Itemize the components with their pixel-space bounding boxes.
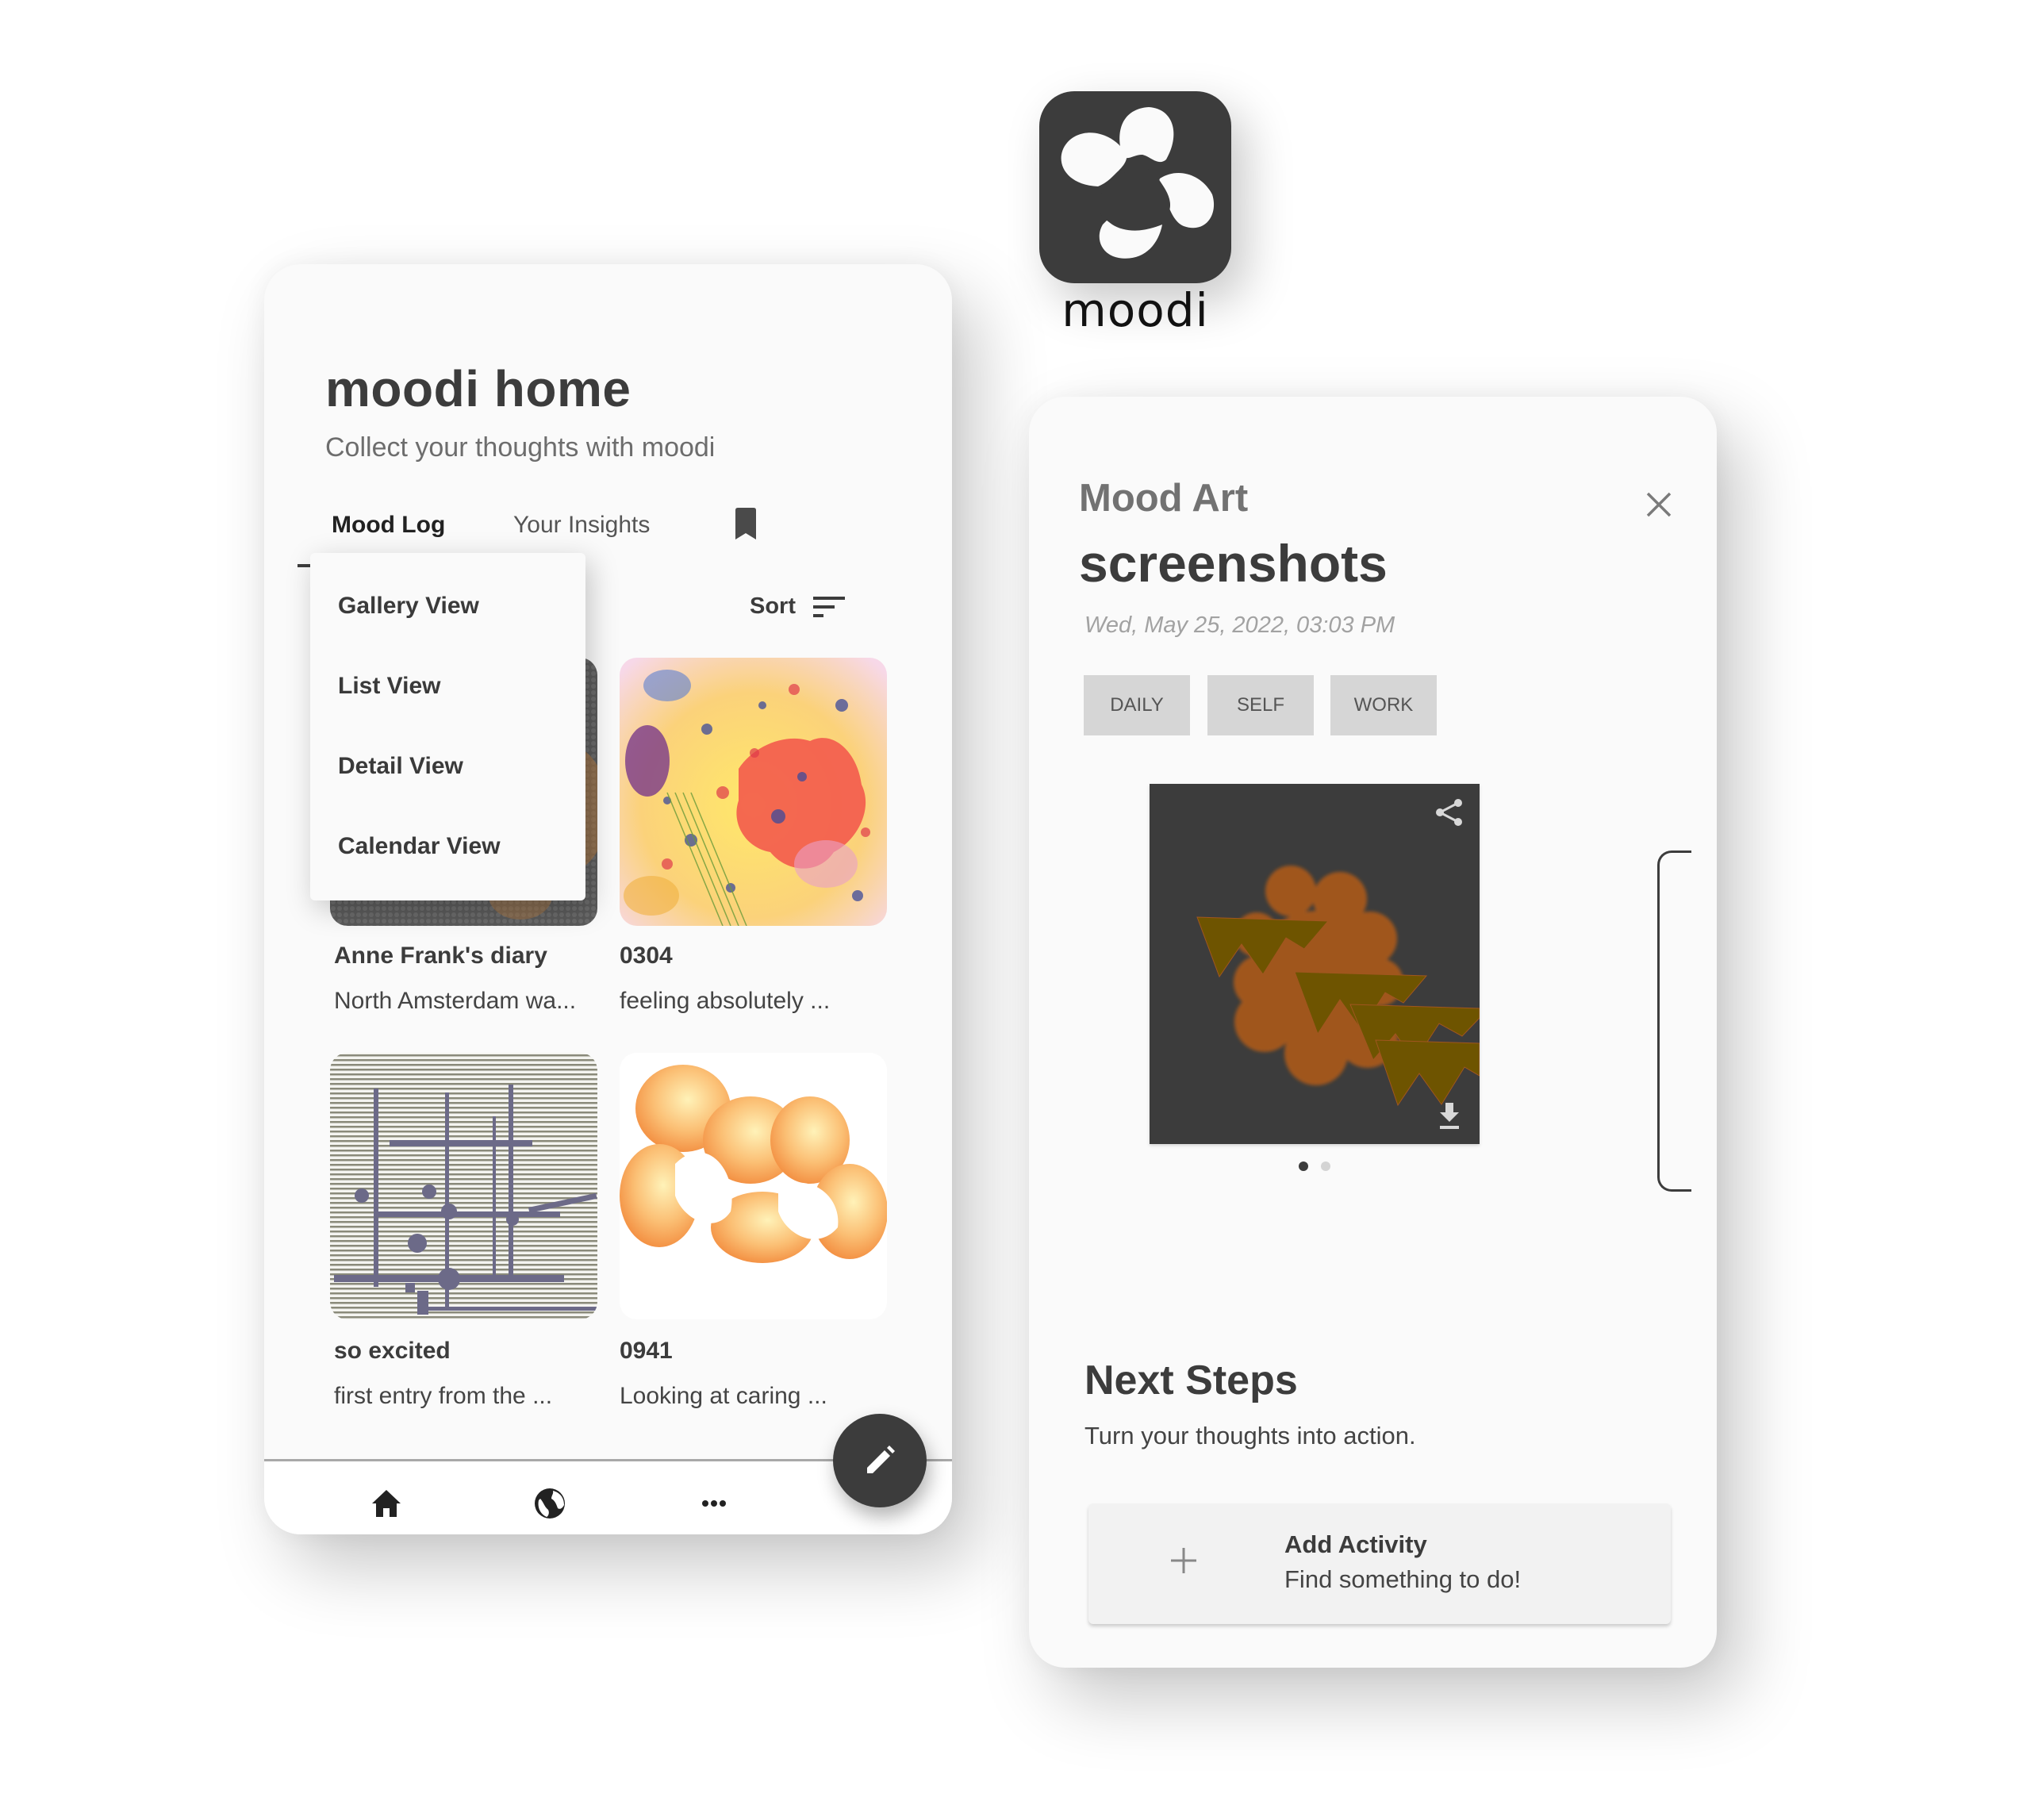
- entry-thumbnail[interactable]: [620, 658, 887, 926]
- entry-title[interactable]: so excited: [334, 1338, 451, 1365]
- menu-item-calendar-view[interactable]: Calendar View: [338, 833, 501, 860]
- tag-self[interactable]: SELF: [1207, 675, 1314, 735]
- next-steps-heading: Next Steps: [1084, 1357, 1298, 1403]
- add-activity-button[interactable]: Add Activity Find something to do!: [1088, 1503, 1671, 1624]
- entry-title[interactable]: Anne Frank's diary: [334, 943, 547, 970]
- entry-preview: Looking at caring ...: [620, 1383, 827, 1409]
- home-icon: [372, 1490, 401, 1517]
- nav-home[interactable]: [369, 1486, 404, 1521]
- nav-explore[interactable]: [532, 1486, 567, 1521]
- carousel-dot-active[interactable]: [1299, 1161, 1308, 1171]
- new-entry-button[interactable]: [833, 1414, 927, 1507]
- entry-detail-screen: Mood Art screenshots Wed, May 25, 2022, …: [1029, 397, 1717, 1668]
- next-steps-subtitle: Turn your thoughts into action.: [1084, 1422, 1416, 1449]
- view-mode-menu: Gallery View List View Detail View Calen…: [310, 553, 585, 900]
- sort-lines-icon: [813, 596, 845, 617]
- tab-your-insights[interactable]: Your Insights: [513, 512, 650, 539]
- menu-item-list-view[interactable]: List View: [338, 673, 441, 700]
- download-icon: [1440, 1103, 1459, 1129]
- mood-art-image: [620, 658, 887, 926]
- nav-more[interactable]: [697, 1486, 731, 1521]
- tab-bookmarks[interactable]: [734, 507, 758, 540]
- mood-art-image: [330, 1053, 597, 1319]
- menu-item-gallery-view[interactable]: Gallery View: [338, 593, 479, 620]
- add-activity-title: Add Activity: [1284, 1530, 1427, 1558]
- close-button[interactable]: [1645, 490, 1673, 519]
- entry-preview: North Amsterdam wa...: [334, 988, 577, 1014]
- mood-art-image: [620, 1053, 887, 1319]
- tag-daily[interactable]: DAILY: [1084, 675, 1190, 735]
- share-icon: [1436, 799, 1462, 826]
- add-activity-subtitle: Find something to do!: [1284, 1565, 1522, 1593]
- plus-icon: [1171, 1548, 1196, 1573]
- pencil-icon: [867, 1446, 895, 1473]
- app-wordmark: moodi: [1061, 283, 1209, 337]
- share-button[interactable]: [1434, 797, 1465, 828]
- tag-work[interactable]: WORK: [1330, 675, 1437, 735]
- entry-preview: feeling absolutely ...: [620, 988, 831, 1014]
- bookmark-icon: [735, 508, 756, 539]
- globe-icon: [535, 1488, 565, 1519]
- sort-label: Sort: [750, 593, 796, 619]
- home-screen: moodi home Collect your thoughts with mo…: [264, 264, 952, 1534]
- sort-button[interactable]: Sort: [750, 593, 845, 620]
- entry-thumbnail[interactable]: [330, 1053, 597, 1319]
- menu-item-detail-view[interactable]: Detail View: [338, 753, 463, 780]
- mood-art-image: [1150, 784, 1480, 1144]
- page-title: moodi home: [325, 360, 631, 417]
- close-icon: [1646, 492, 1672, 517]
- carousel-dot[interactable]: [1321, 1161, 1330, 1171]
- mood-art-carousel-slide[interactable]: [1150, 784, 1480, 1144]
- entry-date: Wed, May 25, 2022, 03:03 PM: [1084, 612, 1395, 638]
- entry-title[interactable]: 0304: [620, 943, 673, 970]
- next-carousel-slide[interactable]: [1657, 850, 1691, 1192]
- flower-blob-icon: [1061, 107, 1215, 259]
- app-logo: [1039, 91, 1231, 283]
- section-label: Mood Art: [1079, 477, 1249, 520]
- page-subtitle: Collect your thoughts with moodi: [325, 432, 716, 463]
- more-horizontal-icon: [702, 1500, 726, 1507]
- tab-mood-log[interactable]: Mood Log: [332, 512, 445, 539]
- entry-thumbnail[interactable]: [620, 1053, 887, 1319]
- entry-title: screenshots: [1079, 534, 1388, 593]
- download-button[interactable]: [1434, 1100, 1465, 1131]
- entry-title[interactable]: 0941: [620, 1338, 673, 1365]
- entry-preview: first entry from the ...: [334, 1383, 553, 1409]
